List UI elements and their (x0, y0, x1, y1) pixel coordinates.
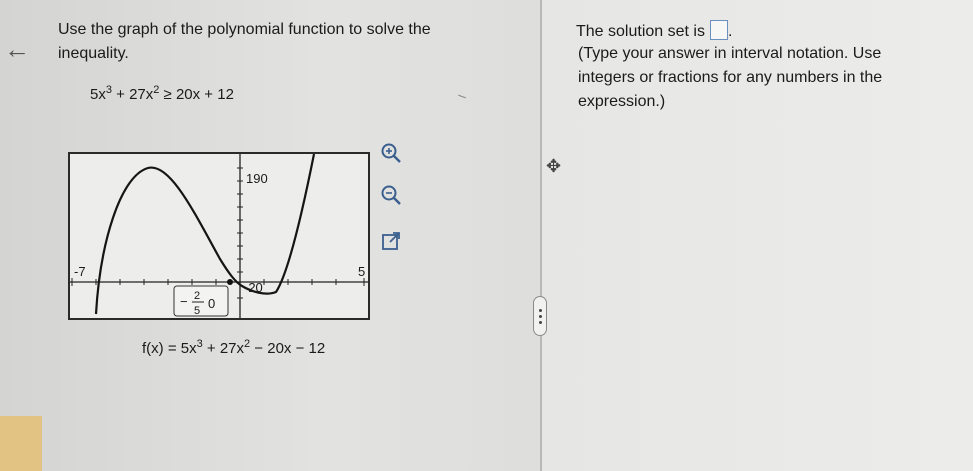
question-prompt: Use the graph of the polynomial function… (58, 21, 431, 62)
answer-prefix: The solution set is (576, 23, 705, 40)
x-min-label: -7 (74, 264, 86, 279)
answer-input[interactable] (709, 20, 728, 40)
point-label-minus: − (180, 294, 188, 309)
y-min-label: -20 (244, 280, 263, 295)
pane-resize-handle[interactable] (533, 296, 547, 336)
function-label: f(x) = 5x3 + 27x2 − 20x − 12 (142, 338, 326, 357)
point-label-den: 5 (194, 305, 200, 317)
y-max-label: 190 (246, 171, 268, 186)
x-max-label: 5 (358, 264, 365, 279)
inequality: 5x3 + 27x2 ≥ 20x + 12 (90, 84, 234, 103)
pane-divider (540, 0, 542, 471)
root-point (227, 279, 233, 285)
external-link-icon[interactable] (378, 228, 404, 254)
move-icon[interactable]: ✥ (546, 156, 566, 176)
answer-line: The solution set is. (576, 20, 732, 41)
zoom-in-icon[interactable] (378, 140, 404, 166)
back-arrow-icon[interactable]: ← (4, 36, 32, 62)
polynomial-graph: 190 -7 5 -20 − 2 5 0 (68, 152, 370, 320)
corner-block (0, 416, 42, 471)
answer-suffix: . (727, 23, 733, 40)
answer-instructions: (Type your answer in interval notation. … (578, 45, 883, 110)
graph-canvas: 190 -7 5 -20 − 2 5 0 (70, 154, 368, 318)
point-label-y: 0 (208, 296, 215, 311)
point-label-num: 2 (194, 290, 200, 302)
zoom-out-icon[interactable] (378, 182, 404, 208)
